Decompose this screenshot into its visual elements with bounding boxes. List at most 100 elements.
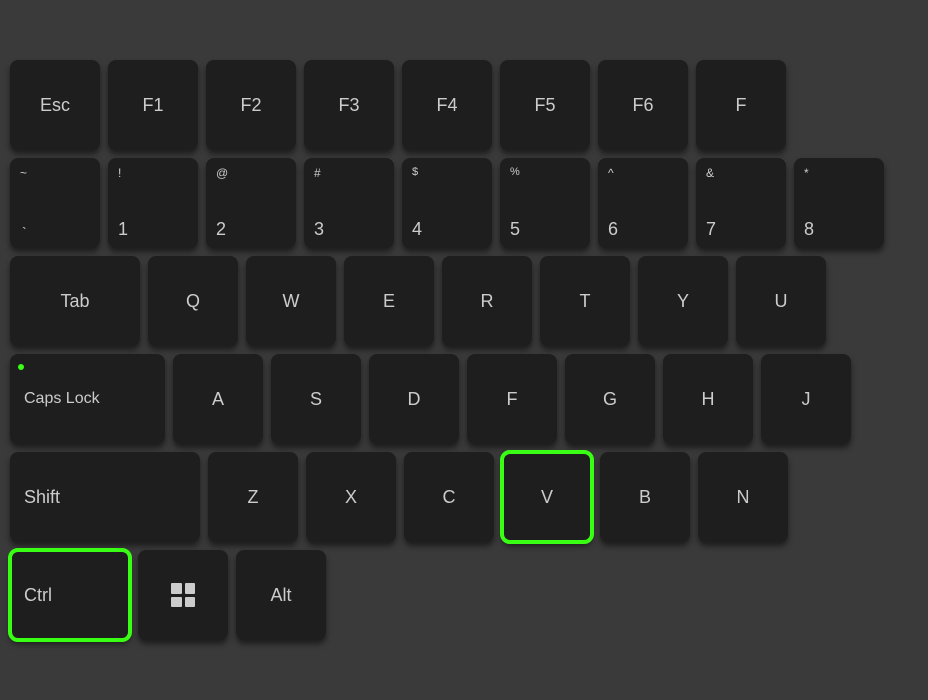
function-row: Esc F1 F2 F3 F4 F5 F6 F bbox=[10, 60, 918, 150]
key-r[interactable]: R bbox=[442, 256, 532, 346]
key-y[interactable]: Y bbox=[638, 256, 728, 346]
key-z-label: Z bbox=[248, 487, 259, 508]
key-alt[interactable]: Alt bbox=[236, 550, 326, 640]
key-caps-lock[interactable]: Caps Lock bbox=[10, 354, 165, 444]
key-f3[interactable]: F3 bbox=[304, 60, 394, 150]
key-v-label: V bbox=[541, 487, 553, 508]
key-u-label: U bbox=[775, 291, 788, 312]
key-t[interactable]: T bbox=[540, 256, 630, 346]
key-f[interactable]: F bbox=[467, 354, 557, 444]
key-f3-label: F3 bbox=[338, 95, 359, 116]
key-c-label: C bbox=[443, 487, 456, 508]
key-f-label: F bbox=[507, 389, 518, 410]
key-1-top: ! bbox=[118, 166, 121, 180]
qwerty-row: Tab Q W E R T Y U bbox=[10, 256, 918, 346]
key-f5-label: F5 bbox=[534, 95, 555, 116]
key-t-label: T bbox=[580, 291, 591, 312]
key-d[interactable]: D bbox=[369, 354, 459, 444]
key-7-top: & bbox=[706, 166, 714, 180]
number-row: ~ ` ! 1 @ 2 # 3 $ 4 % 5 ^ 6 & 7 bbox=[10, 158, 918, 248]
key-c[interactable]: C bbox=[404, 452, 494, 542]
key-f4[interactable]: F4 bbox=[402, 60, 492, 150]
key-1[interactable]: ! 1 bbox=[108, 158, 198, 248]
key-f1-label: F1 bbox=[142, 95, 163, 116]
key-shift[interactable]: Shift bbox=[10, 452, 200, 542]
key-backtick-bottom: ` bbox=[22, 224, 27, 240]
key-2[interactable]: @ 2 bbox=[206, 158, 296, 248]
key-g[interactable]: G bbox=[565, 354, 655, 444]
key-f2[interactable]: F2 bbox=[206, 60, 296, 150]
windows-icon bbox=[171, 583, 195, 607]
key-alt-label: Alt bbox=[270, 585, 291, 606]
key-g-label: G bbox=[603, 389, 617, 410]
key-6[interactable]: ^ 6 bbox=[598, 158, 688, 248]
key-2-top: @ bbox=[216, 166, 228, 180]
key-h-label: H bbox=[702, 389, 715, 410]
key-5[interactable]: % 5 bbox=[500, 158, 590, 248]
key-8-bottom: 8 bbox=[804, 219, 814, 240]
key-tab-label: Tab bbox=[60, 291, 89, 312]
key-a[interactable]: A bbox=[173, 354, 263, 444]
key-f1[interactable]: F1 bbox=[108, 60, 198, 150]
key-w[interactable]: W bbox=[246, 256, 336, 346]
key-f6-label: F6 bbox=[632, 95, 653, 116]
key-r-label: R bbox=[481, 291, 494, 312]
key-ctrl-label: Ctrl bbox=[24, 585, 52, 606]
key-a-label: A bbox=[212, 389, 224, 410]
key-f5[interactable]: F5 bbox=[500, 60, 590, 150]
key-d-label: D bbox=[408, 389, 421, 410]
key-backtick[interactable]: ~ ` bbox=[10, 158, 100, 248]
key-backtick-top: ~ bbox=[20, 166, 27, 180]
bottom-row: Ctrl Alt bbox=[10, 550, 918, 640]
key-n-label: N bbox=[737, 487, 750, 508]
key-w-label: W bbox=[283, 291, 300, 312]
key-b[interactable]: B bbox=[600, 452, 690, 542]
key-3-bottom: 3 bbox=[314, 219, 324, 240]
key-4-bottom: 4 bbox=[412, 219, 422, 240]
key-tab[interactable]: Tab bbox=[10, 256, 140, 346]
asdf-row: Caps Lock A S D F G H J bbox=[10, 354, 918, 444]
key-v[interactable]: V bbox=[502, 452, 592, 542]
key-8-top: * bbox=[804, 166, 809, 180]
key-2-bottom: 2 bbox=[216, 219, 226, 240]
key-f4-label: F4 bbox=[436, 95, 457, 116]
key-5-top: % bbox=[510, 166, 520, 178]
key-esc[interactable]: Esc bbox=[10, 60, 100, 150]
key-3[interactable]: # 3 bbox=[304, 158, 394, 248]
key-s-label: S bbox=[310, 389, 322, 410]
key-j[interactable]: J bbox=[761, 354, 851, 444]
zxcv-row: Shift Z X C V B N bbox=[10, 452, 918, 542]
key-q-label: Q bbox=[186, 291, 200, 312]
key-6-bottom: 6 bbox=[608, 219, 618, 240]
key-u[interactable]: U bbox=[736, 256, 826, 346]
key-8[interactable]: * 8 bbox=[794, 158, 884, 248]
key-e[interactable]: E bbox=[344, 256, 434, 346]
key-f7-label: F bbox=[736, 95, 747, 116]
key-7[interactable]: & 7 bbox=[696, 158, 786, 248]
key-4[interactable]: $ 4 bbox=[402, 158, 492, 248]
key-1-bottom: 1 bbox=[118, 219, 128, 240]
key-win[interactable] bbox=[138, 550, 228, 640]
key-f7[interactable]: F bbox=[696, 60, 786, 150]
key-h[interactable]: H bbox=[663, 354, 753, 444]
key-x[interactable]: X bbox=[306, 452, 396, 542]
key-y-label: Y bbox=[677, 291, 689, 312]
key-4-top: $ bbox=[412, 166, 418, 178]
key-f2-label: F2 bbox=[240, 95, 261, 116]
key-esc-label: Esc bbox=[40, 95, 70, 116]
key-5-bottom: 5 bbox=[510, 219, 520, 240]
key-ctrl[interactable]: Ctrl bbox=[10, 550, 130, 640]
key-7-bottom: 7 bbox=[706, 219, 716, 240]
key-q[interactable]: Q bbox=[148, 256, 238, 346]
key-s[interactable]: S bbox=[271, 354, 361, 444]
keyboard: Esc F1 F2 F3 F4 F5 F6 F ~ ` ! 1 bbox=[0, 0, 928, 700]
key-e-label: E bbox=[383, 291, 395, 312]
key-b-label: B bbox=[639, 487, 651, 508]
key-3-top: # bbox=[314, 166, 321, 180]
key-shift-label: Shift bbox=[24, 487, 60, 508]
key-f6[interactable]: F6 bbox=[598, 60, 688, 150]
key-6-top: ^ bbox=[608, 166, 614, 180]
key-z[interactable]: Z bbox=[208, 452, 298, 542]
key-j-label: J bbox=[802, 389, 811, 410]
key-n[interactable]: N bbox=[698, 452, 788, 542]
